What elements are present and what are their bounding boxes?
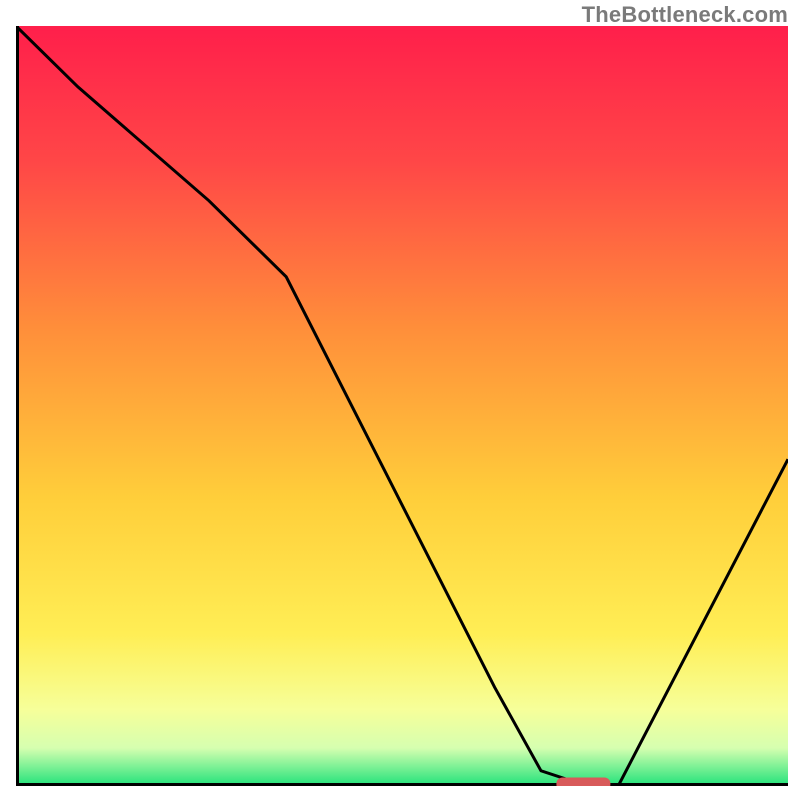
watermark-label: TheBottleneck.com (582, 2, 788, 28)
chart-svg (16, 26, 788, 786)
plot-area (16, 26, 788, 786)
chart-frame: TheBottleneck.com (0, 0, 800, 800)
optimal-marker (556, 778, 610, 787)
gradient-background (16, 26, 788, 786)
